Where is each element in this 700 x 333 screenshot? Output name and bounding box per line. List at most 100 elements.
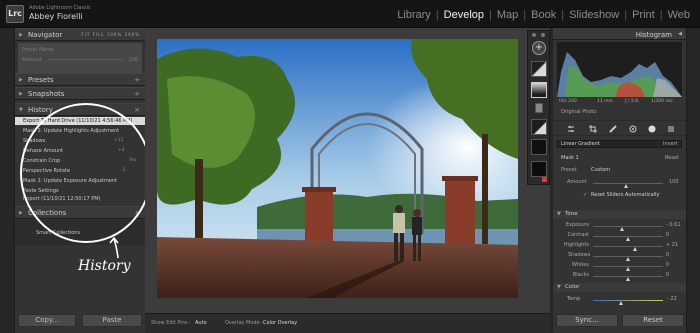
zoom-options[interactable]: FIT FILL 100% 200% bbox=[81, 29, 140, 41]
temp-slider[interactable] bbox=[593, 300, 663, 301]
temp-value: - 22 bbox=[667, 296, 677, 302]
top-bar: Lrc Adobe Lightroom Classic Abbey Fiorel… bbox=[0, 0, 700, 28]
annotation-handwritten-label: History bbox=[78, 258, 131, 274]
check-icon[interactable]: ✓ bbox=[583, 192, 587, 198]
annotation-circle bbox=[20, 103, 152, 243]
module-library[interactable]: Library bbox=[395, 9, 433, 21]
tone-slider-knob[interactable] bbox=[625, 257, 630, 261]
histogram-chart[interactable] bbox=[557, 42, 682, 97]
module-develop[interactable]: Develop bbox=[442, 9, 486, 21]
mask-thumb-3-icon[interactable] bbox=[531, 119, 547, 135]
bottom-toolbar: Show Edit Pins : Auto Overlay Mode : Col… bbox=[145, 313, 550, 333]
preset-select[interactable]: Custom bbox=[591, 167, 610, 173]
collapse-triangle-icon: ▶ bbox=[19, 77, 23, 83]
settings-icon[interactable] bbox=[667, 125, 675, 133]
tone-slider-track[interactable] bbox=[593, 226, 663, 227]
collapse-triangle-icon: ▶ bbox=[19, 32, 23, 38]
amount-slider[interactable] bbox=[593, 183, 663, 184]
navigator-preset-name: Preset Name bbox=[22, 47, 54, 53]
right-panel-edge[interactable] bbox=[686, 28, 700, 333]
original-photo-toggle[interactable]: Original Photo bbox=[561, 109, 596, 115]
lightroom-logo: Lrc bbox=[6, 5, 24, 23]
mask-thumb-5-icon[interactable] bbox=[531, 161, 547, 177]
copy-button[interactable]: Copy... bbox=[18, 314, 76, 327]
tone-slider-track[interactable] bbox=[593, 246, 663, 247]
add-mask-icon[interactable]: + bbox=[532, 41, 546, 55]
tone-slider-knob[interactable] bbox=[625, 267, 630, 271]
amount-value: 100 bbox=[669, 179, 679, 185]
invert-checkbox[interactable]: Invert bbox=[663, 141, 678, 147]
snapshots-header[interactable]: ▶ Snapshots + bbox=[15, 87, 145, 100]
clear-history-icon[interactable]: × bbox=[134, 104, 140, 116]
module-web[interactable]: Web bbox=[666, 9, 692, 21]
crop-icon[interactable] bbox=[589, 125, 597, 133]
mask-thumb-1-icon[interactable] bbox=[531, 61, 547, 77]
module-book[interactable]: Book bbox=[529, 9, 558, 21]
collapse-triangle-icon: ◀ bbox=[678, 31, 682, 37]
expand-triangle-icon: ▼ bbox=[19, 107, 23, 113]
navigator-amount-value: 100 bbox=[128, 57, 138, 63]
reset-sliders-checkbox[interactable]: Reset Sliders Automatically bbox=[591, 192, 659, 198]
mask-reset-link[interactable]: Reset bbox=[665, 155, 679, 161]
exif-shutter: 1/200 sec bbox=[651, 99, 673, 104]
masking-icon[interactable] bbox=[648, 125, 656, 133]
mask-thumb-4-icon[interactable] bbox=[531, 139, 547, 155]
develop-tool-strip bbox=[553, 120, 686, 136]
tone-slider-knob[interactable] bbox=[625, 237, 630, 241]
temp-label: Temp bbox=[567, 296, 581, 302]
sync-button[interactable]: Sync... bbox=[556, 314, 618, 327]
tone-slider-value: 0 bbox=[666, 262, 670, 268]
tone-slider-knob[interactable] bbox=[619, 227, 624, 231]
presets-header[interactable]: ▶ Presets + bbox=[15, 73, 145, 86]
tone-slider-knob[interactable] bbox=[632, 247, 637, 251]
minimize-icon[interactable] bbox=[541, 33, 545, 37]
tone-slider-value: + 21 bbox=[666, 242, 679, 248]
tone-slider-label: Exposure bbox=[565, 222, 589, 228]
annotation-arrow-icon bbox=[109, 236, 119, 259]
paste-button[interactable]: Paste bbox=[82, 314, 142, 327]
tone-slider-value: 0 bbox=[666, 272, 670, 278]
tone-slider-value: - 0.61 bbox=[666, 222, 681, 228]
color-section-header[interactable]: ▼ Color bbox=[553, 283, 686, 292]
add-snapshot-icon[interactable]: + bbox=[134, 88, 140, 100]
temp-slider-knob[interactable] bbox=[619, 301, 624, 305]
module-print[interactable]: Print bbox=[630, 9, 657, 21]
add-preset-icon[interactable]: + bbox=[134, 74, 140, 86]
amount-label: Amount bbox=[567, 179, 587, 185]
navigator-amount-label: Amount bbox=[22, 57, 42, 63]
navigator-amount-slider[interactable] bbox=[48, 59, 123, 60]
tone-slider-label: Highlights bbox=[563, 242, 589, 248]
tone-slider-label: Whites bbox=[571, 262, 589, 268]
mask-settings-icon[interactable] bbox=[535, 103, 543, 113]
overlay-color-icon[interactable] bbox=[542, 177, 547, 182]
healing-icon[interactable] bbox=[609, 125, 617, 133]
photo-preview[interactable] bbox=[157, 39, 518, 298]
tone-slider-knob[interactable] bbox=[625, 277, 630, 281]
module-picker: Library | Develop | Map | Book | Slideshow | … bbox=[395, 9, 692, 21]
exif-iso: ISO 200 bbox=[559, 99, 577, 104]
preset-label: Preset bbox=[561, 167, 577, 173]
navigator-preview: Preset Name Amount 100 bbox=[18, 43, 142, 73]
right-panel: Histogram ◀ ISO 200 11 mm ƒ / 2.8 1/200 … bbox=[553, 28, 686, 333]
expand-triangle-icon: ▼ bbox=[557, 211, 561, 217]
tone-section-header[interactable]: ▼ Tone bbox=[553, 210, 686, 219]
sliders-icon[interactable] bbox=[567, 125, 575, 133]
mask-name: Mask 1 bbox=[561, 155, 579, 161]
red-eye-icon[interactable] bbox=[629, 125, 637, 133]
amount-slider-knob[interactable] bbox=[624, 184, 628, 188]
tone-slider-label: Contrast bbox=[567, 232, 589, 238]
reset-button[interactable]: Reset bbox=[622, 314, 684, 327]
mask-thumb-2-icon[interactable] bbox=[531, 82, 547, 98]
user-name[interactable]: Abbey Fiorelli bbox=[29, 12, 83, 21]
module-slideshow[interactable]: Slideshow bbox=[567, 9, 621, 21]
show-edit-pins-select[interactable]: Auto bbox=[195, 320, 207, 326]
close-icon[interactable] bbox=[532, 33, 536, 37]
navigator-header[interactable]: ▶ Navigator FIT FILL 100% 200% bbox=[15, 28, 145, 41]
tone-slider-value: 0 bbox=[666, 232, 670, 238]
histogram-header[interactable]: Histogram ◀ bbox=[553, 28, 686, 40]
overlay-mode-select[interactable]: Color Overlay bbox=[263, 320, 297, 326]
module-map[interactable]: Map bbox=[495, 9, 520, 21]
left-panel-edge[interactable] bbox=[0, 28, 15, 333]
tone-slider-label: Blacks bbox=[572, 272, 589, 278]
tone-slider-value: 0 bbox=[666, 252, 670, 258]
